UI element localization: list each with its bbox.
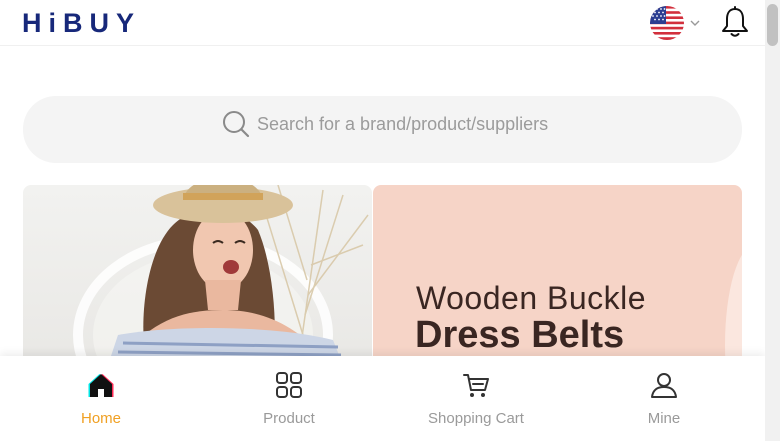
user-icon bbox=[651, 373, 677, 398]
bottom-navigation: Home Product Shopping Cart Mine bbox=[0, 356, 765, 441]
nav-item-mine[interactable]: Mine bbox=[589, 356, 739, 441]
grid-icon bbox=[276, 372, 302, 398]
header: HiBUY bbox=[0, 0, 765, 46]
nav-item-home[interactable]: Home bbox=[26, 356, 176, 441]
us-flag-icon bbox=[650, 6, 684, 40]
chevron-down-icon bbox=[690, 20, 700, 26]
bell-icon[interactable] bbox=[720, 6, 750, 38]
nav-item-product[interactable]: Product bbox=[214, 356, 364, 441]
banner-fashion-image bbox=[73, 185, 369, 365]
banner-decoration bbox=[725, 245, 742, 365]
vertical-scrollbar[interactable] bbox=[765, 0, 780, 441]
nav-label-shopping-cart: Shopping Cart bbox=[428, 410, 524, 427]
app-root: HiBUY Search for a brand/product/supplie… bbox=[0, 0, 765, 441]
cart-icon bbox=[463, 374, 489, 397]
banner-title-line2: Dress Belts bbox=[415, 314, 625, 356]
nav-label-mine: Mine bbox=[647, 410, 681, 427]
language-selector[interactable] bbox=[650, 6, 702, 40]
banner-summer-fashion[interactable] bbox=[23, 185, 372, 365]
scrollbar-thumb[interactable] bbox=[767, 4, 778, 46]
banner-title-line1: Wooden Buckle bbox=[416, 280, 647, 316]
nav-label-home: Home bbox=[80, 410, 121, 427]
banner-dress-belts[interactable]: Wooden Buckle Dress Belts bbox=[373, 185, 742, 365]
search-input[interactable]: Search for a brand/product/suppliers bbox=[257, 114, 548, 134]
home-icon bbox=[88, 374, 114, 397]
nav-label-product: Product bbox=[263, 410, 315, 427]
search-icon bbox=[223, 111, 250, 138]
logo[interactable]: HiBUY bbox=[22, 9, 141, 37]
nav-item-shopping-cart[interactable]: Shopping Cart bbox=[401, 356, 551, 441]
